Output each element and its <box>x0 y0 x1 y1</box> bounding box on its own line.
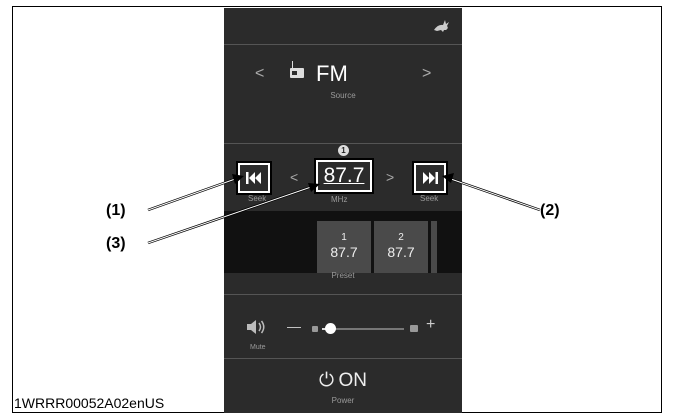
power-button[interactable]: ⏻ ON <box>224 370 462 392</box>
source-label[interactable]: FM <box>316 61 348 87</box>
preset-caption: Preset <box>331 271 355 280</box>
preset-button-2[interactable]: 2 87.7 <box>374 221 428 273</box>
seek-back-button[interactable] <box>236 161 272 195</box>
seek-back-icon <box>246 172 261 184</box>
preset-frequency: 87.7 <box>387 244 415 260</box>
preset-button-1[interactable]: 1 87.7 <box>317 221 371 273</box>
frequency-display[interactable]: 87.7 <box>314 158 374 194</box>
callout-frequency: (3) <box>106 235 126 252</box>
radio-icon <box>290 61 304 78</box>
preset-button-partial[interactable] <box>431 221 437 273</box>
rabbit-icon <box>432 18 450 39</box>
source-caption: Source <box>330 91 356 100</box>
frequency-unit: MHz <box>331 195 348 204</box>
speaker-icon <box>247 320 265 334</box>
volume-knob[interactable] <box>325 323 337 334</box>
power-caption: Power <box>331 396 355 405</box>
power-icon: ⏻ <box>319 370 335 391</box>
volume-down-button[interactable]: — <box>287 318 301 334</box>
seek-forward-icon <box>423 172 438 184</box>
preset-frequency: 87.7 <box>330 244 358 260</box>
frequency-up-button[interactable]: > <box>386 169 394 185</box>
volume-high-icon <box>410 325 418 332</box>
callout-seek-forward: (2) <box>540 202 560 219</box>
preset-marker: 1 <box>338 145 349 156</box>
mute-label: Mute <box>250 344 266 351</box>
frequency-value: 87.7 <box>323 164 365 187</box>
radio-screen: < FM > Source 1 Seek < 87.7 MHz > Seek 1… <box>224 8 462 413</box>
power-label: ON <box>338 370 367 391</box>
callout-seek-back: (1) <box>106 202 126 219</box>
source-prev-button[interactable]: < <box>255 65 264 83</box>
mute-button[interactable] <box>246 318 268 341</box>
preset-number: 2 <box>398 232 404 243</box>
seek-forward-button[interactable] <box>412 161 448 195</box>
source-next-button[interactable]: > <box>422 65 431 83</box>
volume-slider[interactable] <box>322 323 404 334</box>
frequency-down-button[interactable]: < <box>290 169 298 185</box>
seek-forward-label: Seek <box>420 194 439 203</box>
reference-code: 1WRRR00052A02enUS <box>14 395 165 411</box>
volume-up-button[interactable]: + <box>426 316 435 334</box>
volume-low-icon <box>312 326 318 332</box>
seek-back-label: Seek <box>248 194 267 203</box>
preset-number: 1 <box>341 232 347 243</box>
